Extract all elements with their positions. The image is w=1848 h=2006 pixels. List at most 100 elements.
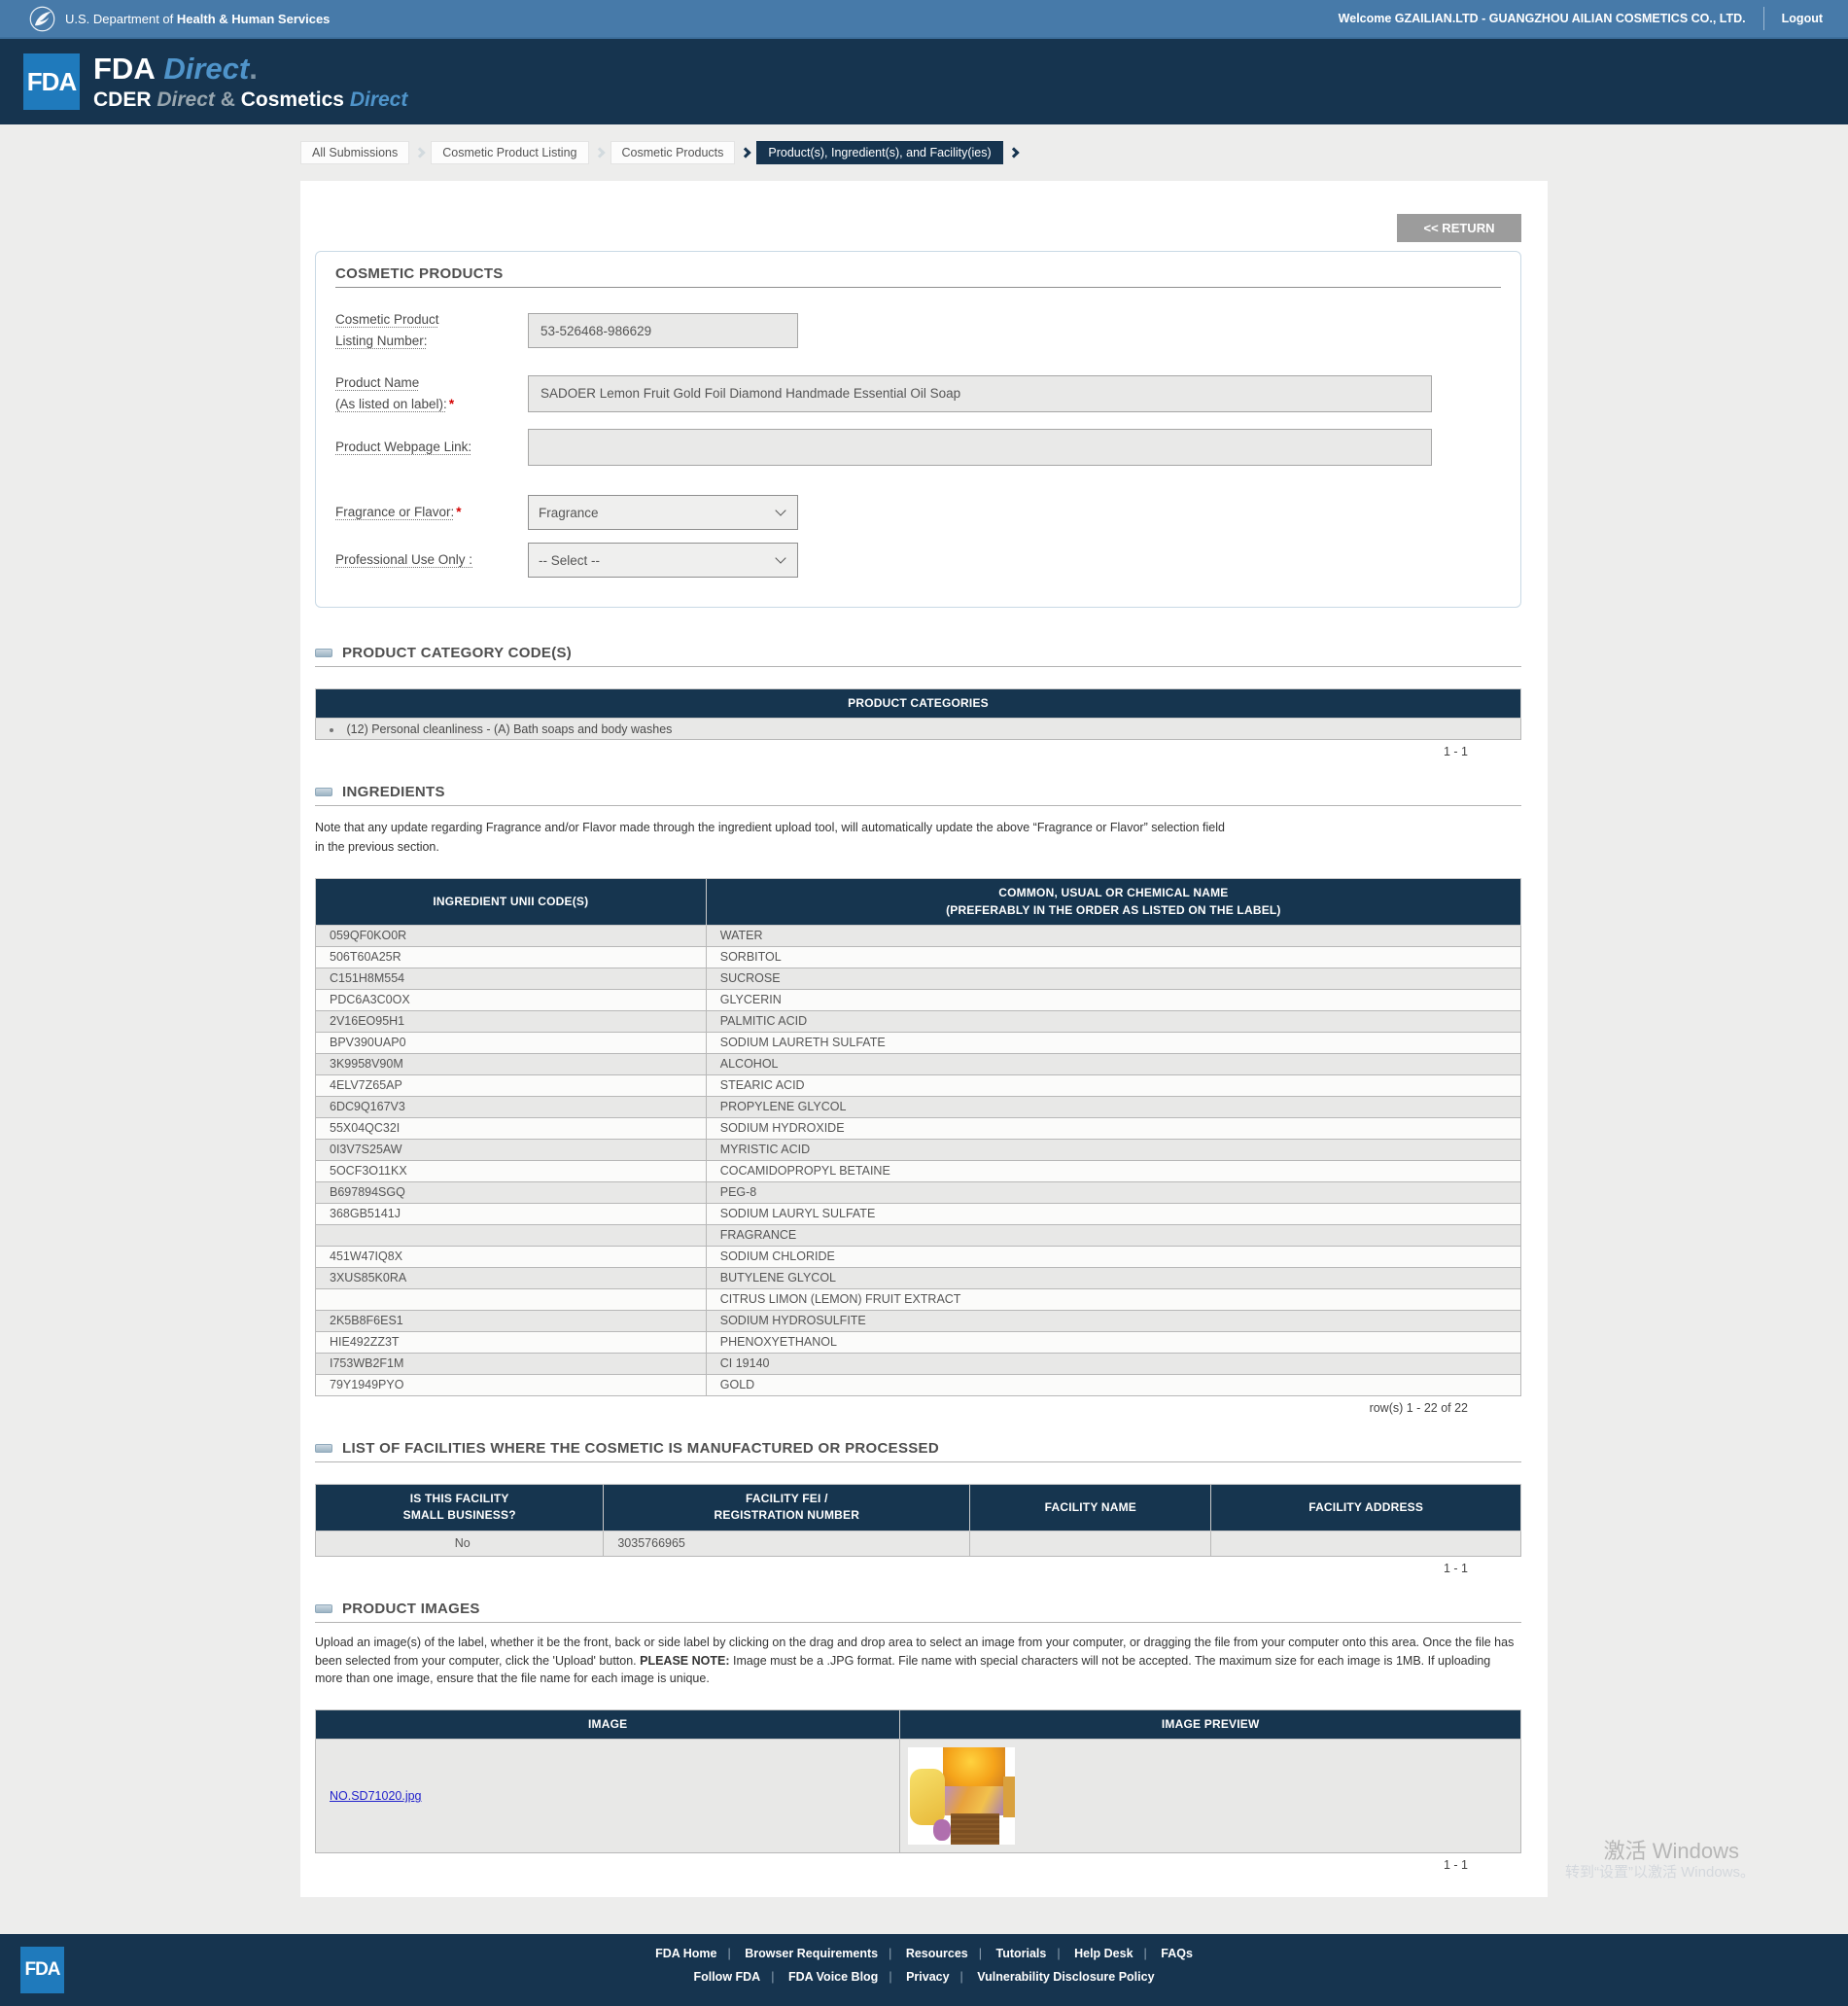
ingredient-row: C151H8M554SUCROSE: [316, 968, 1521, 989]
collapse-section-icon[interactable]: [315, 1604, 332, 1613]
fei-cell: 3035766965: [604, 1531, 970, 1556]
breadcrumb-cosmetic-products[interactable]: Cosmetic Products: [610, 141, 736, 164]
product-name-field[interactable]: [528, 375, 1432, 412]
professional-use-select[interactable]: -- Select --: [528, 543, 798, 578]
ingredient-name-cell: SUCROSE: [706, 968, 1520, 989]
fragrance-row: Fragrance or Flavor:* Fragrance: [335, 495, 1501, 530]
unii-code-cell: 506T60A25R: [316, 946, 707, 968]
footer-link-follow-fda[interactable]: Follow FDA: [693, 1970, 760, 1984]
column-header-image-preview: IMAGE PREVIEW: [900, 1710, 1521, 1740]
chevron-right-icon: [741, 147, 751, 158]
facility-row: No 3035766965: [316, 1531, 1521, 1556]
divider: [315, 1461, 1521, 1462]
app-title-line2: CDER Direct & Cosmetics Direct: [93, 88, 407, 111]
app-title-line1: FDA Direct.: [93, 53, 407, 86]
image-file-cell: NO.SD71020.jpg: [316, 1740, 900, 1853]
unii-code-cell: C151H8M554: [316, 968, 707, 989]
fragrance-select[interactable]: Fragrance: [528, 495, 798, 530]
listing-number-field[interactable]: [528, 313, 798, 348]
footer-separator: |: [979, 1947, 982, 1960]
ingredient-row: 3K9958V90MALCOHOL: [316, 1053, 1521, 1074]
ingredient-name-cell: SODIUM CHLORIDE: [706, 1246, 1520, 1267]
footer-link-privacy[interactable]: Privacy: [906, 1970, 949, 1984]
footer-link-browser-requirements[interactable]: Browser Requirements: [745, 1947, 878, 1960]
ingredient-name-cell: FRAGRANCE: [706, 1224, 1520, 1246]
ingredient-name-cell: WATER: [706, 925, 1520, 946]
column-header-small-business: IS THIS FACILITYSMALL BUSINESS?: [316, 1484, 604, 1531]
collapse-section-icon[interactable]: [315, 649, 332, 657]
professional-use-label: Professional Use Only :: [335, 549, 528, 571]
webpage-link-field[interactable]: [528, 429, 1432, 466]
fda-footer-logo: FDA: [20, 1947, 64, 1993]
app-title: FDA Direct. CDER Direct & Cosmetics Dire…: [93, 53, 407, 111]
category-codes-section: PRODUCT CATEGORY CODE(S) PRODUCT CATEGOR…: [315, 645, 1521, 758]
category-cell: (12) Personal cleanliness - (A) Bath soa…: [316, 719, 1521, 740]
unii-code-cell: [316, 1224, 707, 1246]
footer-links-row2: Follow FDA| FDA Voice Blog| Privacy| Vul…: [0, 1970, 1848, 1984]
ingredients-note: Note that any update regarding Fragrance…: [315, 819, 1521, 857]
column-header-fei: FACILITY FEI /REGISTRATION NUMBER: [604, 1484, 970, 1531]
collapse-section-icon[interactable]: [315, 1444, 332, 1453]
ingredient-row: 6DC9Q167V3PROPYLENE GLYCOL: [316, 1096, 1521, 1117]
footer-link-vulnerability-disclosure[interactable]: Vulnerability Disclosure Policy: [977, 1970, 1154, 1984]
required-asterisk: *: [456, 505, 461, 519]
ingredient-row: BPV390UAP0SODIUM LAURETH SULFATE: [316, 1032, 1521, 1053]
footer-link-fda-voice-blog[interactable]: FDA Voice Blog: [788, 1970, 878, 1984]
image-row: NO.SD71020.jpg: [316, 1740, 1521, 1853]
ingredient-name-cell: STEARIC ACID: [706, 1074, 1520, 1096]
ingredient-name-cell: PEG-8: [706, 1181, 1520, 1203]
ingredient-row: 2K5B8F6ES1SODIUM HYDROSULFITE: [316, 1310, 1521, 1331]
return-button[interactable]: << RETURN: [1397, 214, 1521, 242]
product-categories-table: PRODUCT CATEGORIES (12) Personal cleanli…: [315, 688, 1521, 740]
chevron-right-icon: [415, 147, 426, 158]
unii-code-cell: [316, 1288, 707, 1310]
webpage-link-row: Product Webpage Link:: [335, 429, 1501, 466]
breadcrumb-all-submissions[interactable]: All Submissions: [300, 141, 409, 164]
cosmetic-products-panel: COSMETIC PRODUCTS Cosmetic Product Listi…: [315, 251, 1521, 608]
ingredient-row: 2V16EO95H1PALMITIC ACID: [316, 1010, 1521, 1032]
column-header-unii: INGREDIENT UNII CODE(S): [316, 879, 707, 926]
ingredient-row: PDC6A3C0OXGLYCERIN: [316, 989, 1521, 1010]
logout-link[interactable]: Logout: [1782, 12, 1823, 25]
footer-link-tutorials[interactable]: Tutorials: [996, 1947, 1047, 1960]
page: U.S. Department of Health & Human Servic…: [0, 0, 1848, 2006]
unii-code-cell: HIE492ZZ3T: [316, 1331, 707, 1353]
hhs-top-bar: U.S. Department of Health & Human Servic…: [0, 0, 1848, 39]
product-image-thumbnail[interactable]: [908, 1747, 1015, 1845]
breadcrumb-cosmetic-product-listing[interactable]: Cosmetic Product Listing: [431, 141, 588, 164]
facilities-table: IS THIS FACILITYSMALL BUSINESS? FACILITY…: [315, 1484, 1521, 1557]
facilities-section: LIST OF FACILITIES WHERE THE COSMETIC IS…: [315, 1440, 1521, 1575]
pagination-label: row(s) 1 - 22 of 22: [315, 1401, 1521, 1415]
ingredient-name-cell: GLYCERIN: [706, 989, 1520, 1010]
facility-address-cell: [1211, 1531, 1521, 1556]
ingredients-table: INGREDIENT UNII CODE(S) COMMON, USUAL OR…: [315, 878, 1521, 1396]
hhs-dept-text: U.S. Department of Health & Human Servic…: [65, 12, 330, 26]
ingredients-section: INGREDIENTS Note that any update regardi…: [315, 784, 1521, 1415]
product-name-label: Product Name (As listed on label):*: [335, 372, 528, 416]
collapse-section-icon[interactable]: [315, 788, 332, 796]
footer-link-faqs[interactable]: FAQs: [1161, 1947, 1193, 1960]
image-file-link[interactable]: NO.SD71020.jpg: [330, 1789, 422, 1803]
column-header-image: IMAGE: [316, 1710, 900, 1740]
footer-link-help-desk[interactable]: Help Desk: [1074, 1947, 1133, 1960]
divider: [335, 287, 1501, 288]
panel-title: COSMETIC PRODUCTS: [335, 265, 1501, 287]
breadcrumb-product-ingredient-facility: Product(s), Ingredient(s), and Facility(…: [756, 141, 1002, 164]
ingredient-row: B697894SGQPEG-8: [316, 1181, 1521, 1203]
footer-link-resources[interactable]: Resources: [906, 1947, 968, 1960]
footer-separator: |: [1144, 1947, 1147, 1960]
footer-link-fda-home[interactable]: FDA Home: [655, 1947, 716, 1960]
product-images-table: IMAGE IMAGE PREVIEW NO.SD71020.jpg: [315, 1709, 1521, 1853]
facility-name-cell: [970, 1531, 1211, 1556]
fda-logo-text: FDA: [27, 67, 76, 97]
unii-code-cell: PDC6A3C0OX: [316, 989, 707, 1010]
footer-separator: |: [728, 1947, 731, 1960]
ingredient-row: 55X04QC32ISODIUM HYDROXIDE: [316, 1117, 1521, 1139]
upload-instructions: Upload an image(s) of the label, whether…: [315, 1634, 1521, 1688]
windows-activation-watermark-line2: 转到“设置”以激活 Windows。: [1565, 1861, 1755, 1882]
divider: [1763, 7, 1764, 30]
divider: [315, 666, 1521, 667]
unii-code-cell: 3XUS85K0RA: [316, 1267, 707, 1288]
unii-code-cell: I753WB2F1M: [316, 1353, 707, 1374]
unii-code-cell: 55X04QC32I: [316, 1117, 707, 1139]
